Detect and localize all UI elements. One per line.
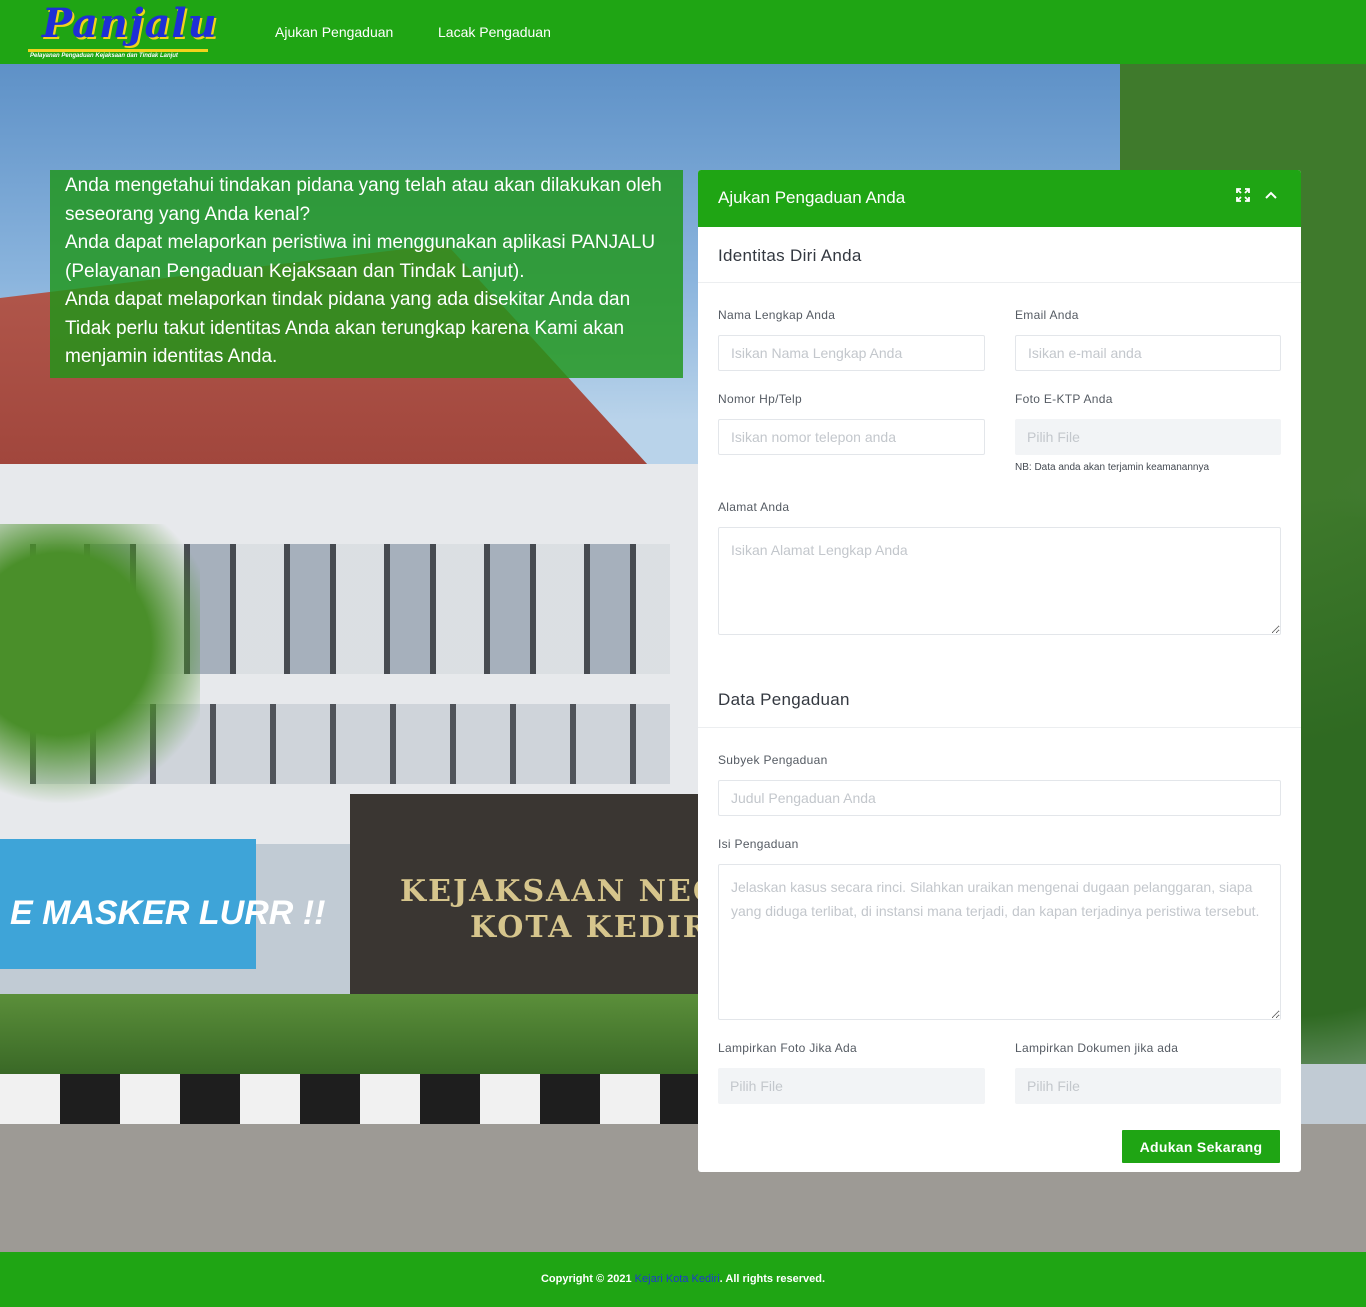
banner-text: E MASKER LURR !! (10, 894, 326, 932)
sign-line-1: KEJAKSAAN NEG (400, 874, 721, 909)
content-label: Isi Pengaduan (718, 837, 799, 851)
section-title-identity: Identitas Diri Anda (718, 246, 862, 265)
card-title: Ajukan Pengaduan Anda (718, 188, 906, 207)
logo-tagline: Pelayanan Pengaduan Kejaksaan dan Tindak… (30, 53, 178, 59)
ktp-note: NB: Data anda akan terjamin keamanannya (1015, 462, 1210, 473)
card-header: Ajukan Pengaduan Anda (698, 170, 1301, 227)
info-paragraph: Anda dapat melaporkan tindak pidana yang… (65, 289, 631, 367)
phone-label: Nomor Hp/Telp (718, 392, 802, 406)
photo-label: Lampirkan Foto Jika Ada (718, 1041, 857, 1055)
footer-link[interactable]: Kejari Kota Kediri (635, 1273, 720, 1285)
footer-copyright: Copyright © 2021 (540, 1273, 632, 1285)
name-label: Nama Lengkap Anda (718, 308, 836, 322)
section-divider (698, 727, 1301, 728)
address-label: Alamat Anda (718, 500, 790, 514)
photo-file-input[interactable]: Pilih File (718, 1068, 985, 1104)
expand-icon[interactable] (1236, 188, 1250, 206)
content-textarea[interactable] (718, 864, 1281, 1020)
info-box: Anda mengetahui tindakan pidana yang tel… (50, 170, 683, 378)
office-sign-text: KEJAKSAAN NEG KOTA KEDIR (400, 874, 720, 946)
complaint-form-card: Ajukan Pengaduan Anda Identitas Diri And… (698, 170, 1301, 1172)
nav-ajukan-pengaduan[interactable]: Ajukan Pengaduan (275, 24, 393, 40)
name-input[interactable] (718, 335, 985, 371)
email-label: Email Anda (1015, 308, 1079, 322)
sign-line-2: KOTA KEDIR (470, 910, 710, 945)
info-paragraph: Anda mengetahui tindakan pidana yang tel… (65, 175, 662, 225)
top-navbar: Panjalu Pelayanan Pengaduan Kejaksaan da… (0, 0, 1366, 64)
footer-suffix: . All rights reserved. (719, 1273, 826, 1285)
section-divider (698, 282, 1301, 283)
ktp-label: Foto E-KTP Anda (1015, 392, 1113, 406)
info-paragraph: Anda dapat melaporkan peristiwa ini meng… (65, 232, 656, 282)
address-textarea[interactable] (718, 527, 1281, 635)
subject-label: Subyek Pengaduan (718, 753, 828, 767)
logo-title: Panjalu (42, 0, 218, 47)
brand-logo[interactable]: Panjalu Pelayanan Pengaduan Kejaksaan da… (28, 0, 217, 60)
section-title-complaint: Data Pengaduan (718, 690, 850, 709)
phone-input[interactable] (718, 419, 985, 455)
document-label: Lampirkan Dokumen jika ada (1015, 1041, 1179, 1055)
document-file-input[interactable]: Pilih File (1015, 1068, 1281, 1104)
nav-lacak-pengaduan[interactable]: Lacak Pengaduan (438, 24, 551, 40)
ktp-file-input[interactable]: Pilih File (1015, 419, 1281, 455)
subject-input[interactable] (718, 780, 1281, 816)
submit-button[interactable]: Adukan Sekarang (1122, 1130, 1280, 1163)
email-input[interactable] (1015, 335, 1281, 371)
footer-text: Copyright © 2021 Kejari Kota Kediri. All… (0, 1273, 1366, 1285)
chevron-up-icon[interactable] (1264, 188, 1278, 206)
logo-underline (28, 49, 208, 52)
palm-tree (0, 524, 200, 824)
footer: Copyright © 2021 Kejari Kota Kediri. All… (0, 1252, 1366, 1307)
